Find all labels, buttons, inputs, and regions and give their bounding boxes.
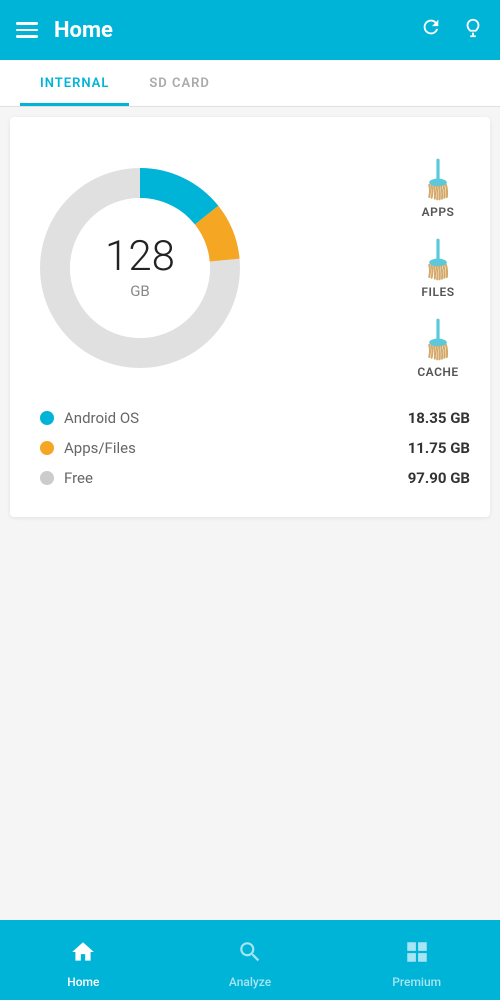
chart-center-label: 128 GB [105,236,175,300]
apps-files-value: 11.75 GB [390,439,470,457]
bottom-navigation: Home Analyze Premium [0,920,500,1000]
files-label: FILES [421,285,454,299]
page-title: Home [54,18,420,43]
header-actions [420,16,484,44]
apps-label: APPS [422,205,455,219]
apps-files-name: Apps/Files [64,439,380,457]
main-content: 128 GB [10,117,490,517]
tab-bar: INTERNAL SD CARD [0,60,500,107]
free-name: Free [64,469,380,487]
apps-files-dot [40,441,54,455]
storage-unit: GB [105,282,175,300]
app-header: Home [0,0,500,60]
storage-legend: Android OS 18.35 GB Apps/Files 11.75 GB … [30,409,470,487]
nav-analyze[interactable]: Analyze [167,931,334,989]
refresh-button[interactable] [420,16,442,44]
storage-donut-chart: 128 GB [30,158,250,378]
apps-button[interactable]: APPS [416,157,460,219]
free-dot [40,471,54,485]
android-os-name: Android OS [64,409,380,427]
bulb-button[interactable] [462,17,484,44]
legend-android-os: Android OS 18.35 GB [40,409,470,427]
action-icons: APPS FILES [416,157,470,379]
cache-button[interactable]: CACHE [416,317,460,379]
cache-label: CACHE [417,365,458,379]
nav-analyze-label: Analyze [229,975,271,989]
android-os-dot [40,411,54,425]
android-os-value: 18.35 GB [390,409,470,427]
files-button[interactable]: FILES [416,237,460,299]
legend-apps-files: Apps/Files 11.75 GB [40,439,470,457]
home-icon [70,939,96,971]
chart-area: 128 GB [30,137,470,389]
nav-home[interactable]: Home [0,931,167,989]
tab-sdcard[interactable]: SD CARD [129,60,230,106]
tab-internal[interactable]: INTERNAL [20,60,129,106]
free-value: 97.90 GB [390,469,470,487]
nav-premium-label: Premium [392,975,441,989]
menu-button[interactable] [16,22,38,38]
storage-total: 128 [105,236,175,278]
analyze-icon [237,939,263,971]
premium-icon [404,939,430,971]
nav-home-label: Home [67,975,99,989]
nav-premium[interactable]: Premium [333,931,500,989]
legend-free: Free 97.90 GB [40,469,470,487]
